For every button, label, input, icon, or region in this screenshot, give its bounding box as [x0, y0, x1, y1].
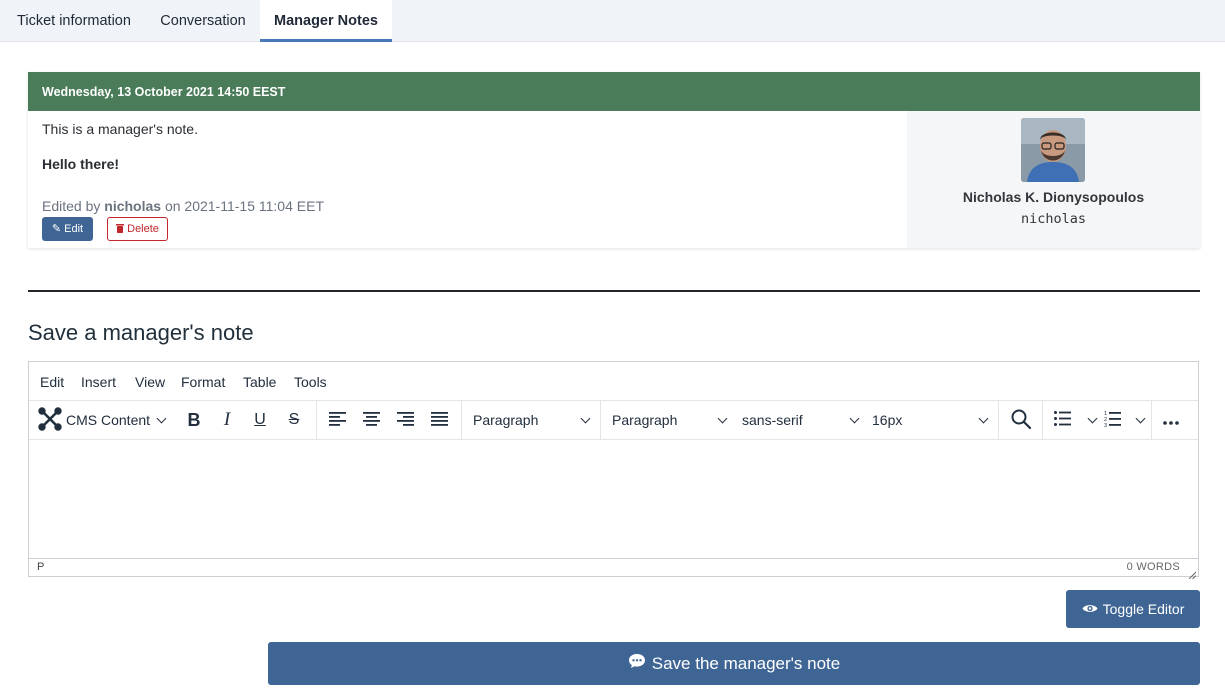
- italic-button[interactable]: I: [219, 401, 235, 439]
- element-path[interactable]: P: [37, 561, 44, 573]
- note-edited-info: Edited by nicholas on 2021-11-15 11:04 E…: [42, 198, 324, 214]
- manager-note-card: Wednesday, 13 October 2021 14:50 EEST Th…: [28, 72, 1200, 248]
- cms-content-label: CMS Content: [66, 412, 151, 428]
- edited-user: nicholas: [104, 198, 162, 214]
- edited-suffix: on 2021-11-15 11:04 EET: [164, 198, 324, 214]
- font-size-dropdown[interactable]: 16px: [872, 401, 989, 439]
- note-text: This is a manager's note.: [42, 121, 198, 137]
- toggle-editor-button[interactable]: Toggle Editor: [1066, 590, 1200, 628]
- author-avatar: [1021, 118, 1085, 182]
- chevron-down-icon: [978, 413, 989, 423]
- joomla-icon: [37, 406, 63, 435]
- editor-statusbar: P 0 WORDS: [29, 558, 1198, 580]
- chevron-down-icon: [1087, 413, 1098, 423]
- font-size-label: 16px: [872, 412, 903, 428]
- paragraph-format-label: Paragraph: [612, 412, 678, 428]
- edit-note-button[interactable]: ✎ Edit: [42, 217, 93, 241]
- editor-content-area[interactable]: [29, 441, 1198, 558]
- block-format-dropdown[interactable]: Paragraph: [473, 401, 591, 439]
- toolbar-separator: [1151, 401, 1152, 439]
- font-family-dropdown[interactable]: sans-serif: [742, 401, 860, 439]
- save-note-button[interactable]: Save the manager's note: [268, 642, 1200, 685]
- rich-text-editor: Edit Insert View Format Table Tools CMS …: [28, 361, 1199, 580]
- align-left-icon: [329, 411, 346, 429]
- edit-label: Edit: [64, 223, 84, 235]
- toolbar-separator: [316, 401, 317, 439]
- menu-edit[interactable]: Edit: [40, 374, 64, 390]
- toolbar-separator: [1042, 401, 1043, 439]
- underline-icon: U: [254, 411, 266, 428]
- svg-text:3: 3: [1104, 423, 1107, 427]
- note-date-header: Wednesday, 13 October 2021 14:50 EEST: [28, 72, 1200, 111]
- search-icon: [1011, 409, 1032, 432]
- menu-view[interactable]: View: [135, 374, 165, 390]
- word-count: 0 WORDS: [1126, 561, 1180, 573]
- tab-conversation[interactable]: Conversation: [146, 0, 260, 42]
- author-name: Nicholas K. Dionysopoulos: [962, 189, 1145, 205]
- bold-button[interactable]: B: [184, 401, 204, 439]
- tab-ticket-information[interactable]: Ticket information: [2, 0, 146, 42]
- chevron-down-icon: [580, 413, 591, 423]
- menu-format[interactable]: Format: [181, 374, 225, 390]
- chevron-down-icon: [849, 413, 860, 423]
- bold-icon: B: [187, 409, 201, 430]
- menu-table[interactable]: Table: [243, 374, 276, 390]
- note-author-panel: Nicholas K. Dionysopoulos nicholas: [907, 111, 1200, 248]
- note-bold-text: Hello there!: [42, 156, 120, 172]
- toggle-editor-label: Toggle Editor: [1102, 601, 1185, 617]
- strikethrough-icon: S: [288, 411, 300, 428]
- align-justify-icon: [431, 411, 448, 429]
- font-family-label: sans-serif: [742, 412, 803, 428]
- block-format-label: Paragraph: [473, 412, 539, 428]
- align-center-icon: [363, 411, 380, 429]
- trash-icon: [116, 223, 127, 235]
- note-body: This is a manager's note. Hello there! E…: [42, 121, 902, 214]
- align-right-icon: [397, 411, 414, 429]
- toolbar-separator: [600, 401, 601, 439]
- page-section-title: Save a manager's note: [28, 320, 254, 345]
- editor-toolbar: CMS Content B I U S Paragraph Paragraph …: [29, 400, 1198, 440]
- eye-icon: [1082, 601, 1098, 617]
- align-center-button[interactable]: [363, 401, 381, 439]
- author-username: nicholas: [1020, 211, 1087, 227]
- edit-icon: ✎: [51, 223, 62, 235]
- toolbar-separator: [461, 401, 462, 439]
- save-note-label: Save the manager's note: [651, 653, 841, 673]
- strikethrough-button[interactable]: S: [285, 401, 303, 439]
- numbered-list-button[interactable]: 123: [1104, 401, 1146, 439]
- delete-note-button[interactable]: Delete: [107, 217, 168, 241]
- bullet-list-button[interactable]: [1054, 401, 1098, 439]
- paragraph-format-dropdown[interactable]: Paragraph: [612, 401, 728, 439]
- more-tools-button[interactable]: [1163, 401, 1183, 439]
- cms-content-dropdown[interactable]: CMS Content: [37, 401, 172, 439]
- resize-handle-icon[interactable]: [1188, 566, 1197, 580]
- align-justify-button[interactable]: [431, 401, 449, 439]
- italic-icon: I: [223, 409, 231, 430]
- menu-tools[interactable]: Tools: [294, 374, 327, 390]
- underline-button[interactable]: U: [251, 401, 269, 439]
- toolbar-separator: [998, 401, 999, 439]
- tab-bar: Ticket information Conversation Manager …: [0, 0, 1225, 42]
- section-divider: [28, 290, 1200, 292]
- chevron-down-icon: [156, 413, 167, 423]
- edited-prefix: Edited by: [42, 198, 101, 214]
- chevron-down-icon: [717, 413, 728, 423]
- editor-menubar: Edit Insert View Format Table Tools: [29, 362, 1198, 400]
- comment-icon: [628, 653, 646, 674]
- numbered-list-icon: 123: [1104, 410, 1121, 430]
- align-right-button[interactable]: [397, 401, 415, 439]
- search-replace-button[interactable]: [1011, 401, 1033, 439]
- align-left-button[interactable]: [329, 401, 347, 439]
- more-horizontal-icon: [1163, 412, 1179, 428]
- delete-label: Delete: [127, 223, 159, 235]
- chevron-down-icon: [1135, 413, 1146, 423]
- bullet-list-icon: [1054, 411, 1071, 429]
- menu-insert[interactable]: Insert: [81, 374, 116, 390]
- tab-manager-notes[interactable]: Manager Notes: [260, 0, 392, 42]
